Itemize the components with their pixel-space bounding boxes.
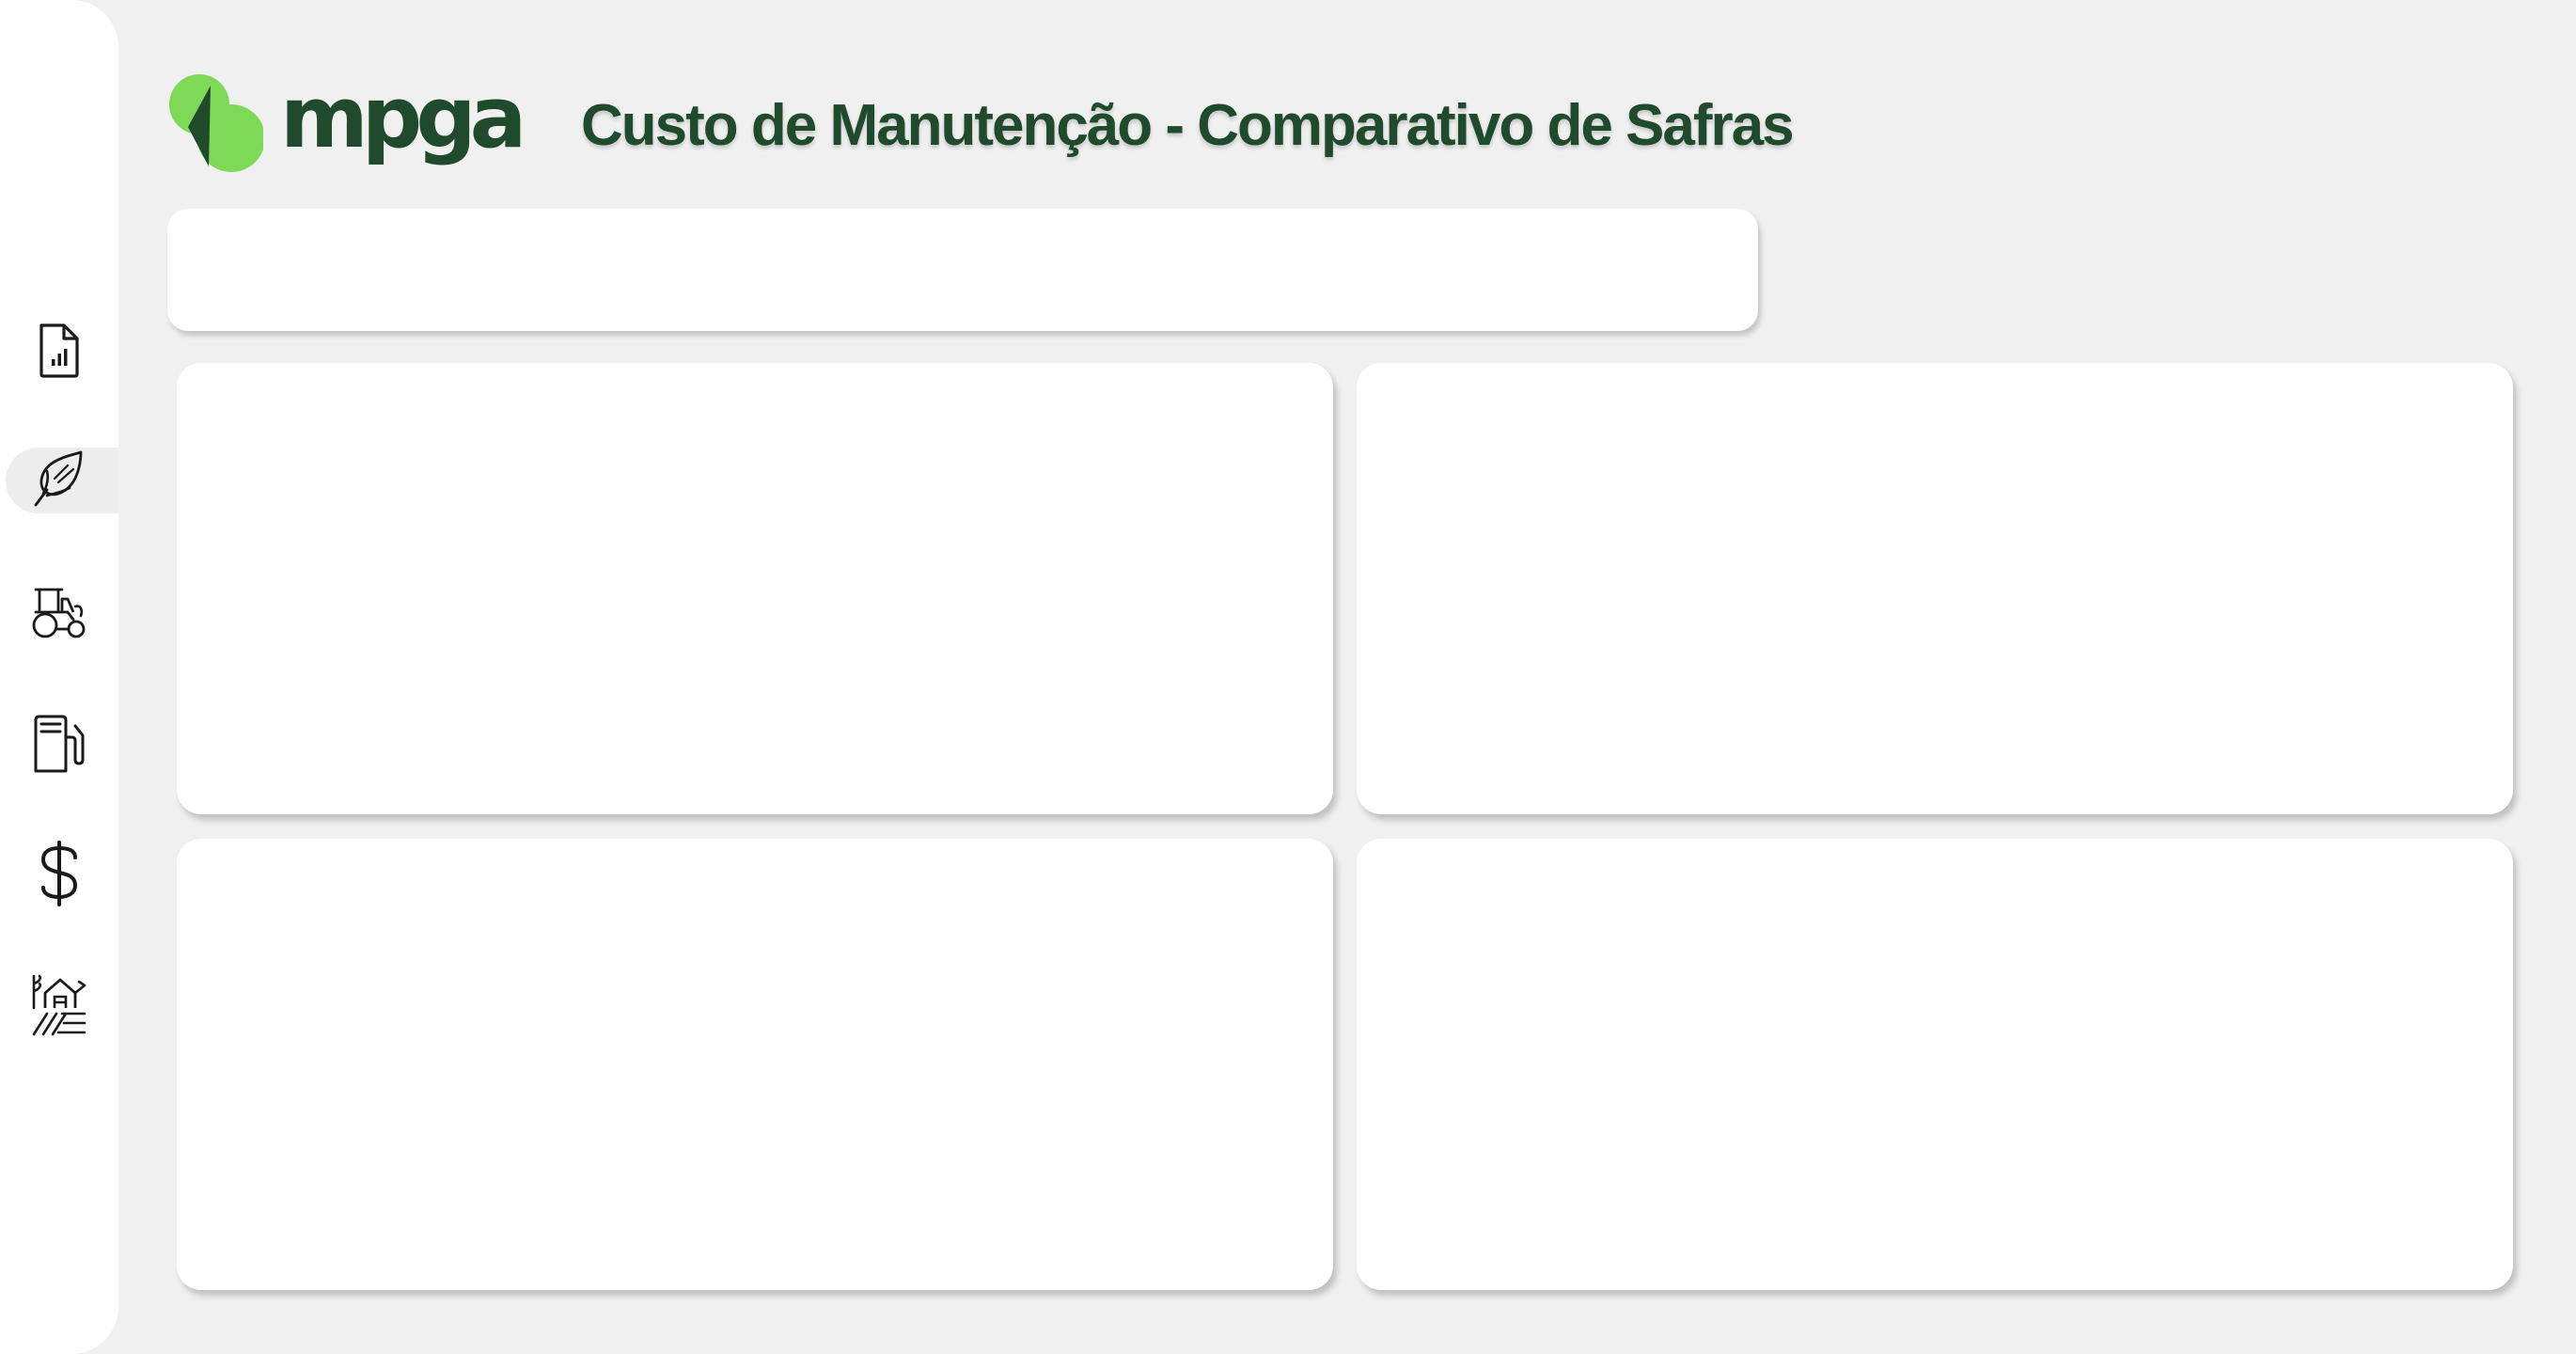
sidebar-item-machines[interactable] (0, 579, 118, 645)
sidebar (0, 0, 118, 1354)
sidebar-item-finance[interactable] (0, 841, 118, 906)
chart-card-bottom-left (177, 839, 1333, 1290)
brand-logo: mpga (165, 71, 526, 177)
sidebar-item-crops[interactable] (6, 448, 118, 513)
chart-card-bottom-right (1357, 839, 2513, 1290)
tractor-icon (32, 588, 86, 638)
chart-card-top-left (177, 363, 1333, 814)
dollar-icon (40, 841, 78, 906)
report-document-icon (39, 323, 79, 378)
sidebar-item-reports[interactable] (0, 318, 118, 384)
sidebar-item-fuel[interactable] (0, 711, 118, 777)
chart-card-top-right (1357, 363, 2513, 814)
corn-icon (34, 450, 83, 507)
page-title: Custo de Manutenção - Comparativo de Saf… (581, 93, 1795, 158)
filter-panel (167, 209, 1758, 331)
farm-icon (32, 974, 86, 1036)
logo-mark-icon (169, 74, 263, 172)
brand-name: mpga (280, 69, 526, 167)
sidebar-item-farm[interactable] (0, 972, 118, 1038)
app-window: mpga Custo de Manutenção - Comparativo d… (0, 0, 2576, 1354)
fuel-pump-icon (34, 715, 85, 773)
